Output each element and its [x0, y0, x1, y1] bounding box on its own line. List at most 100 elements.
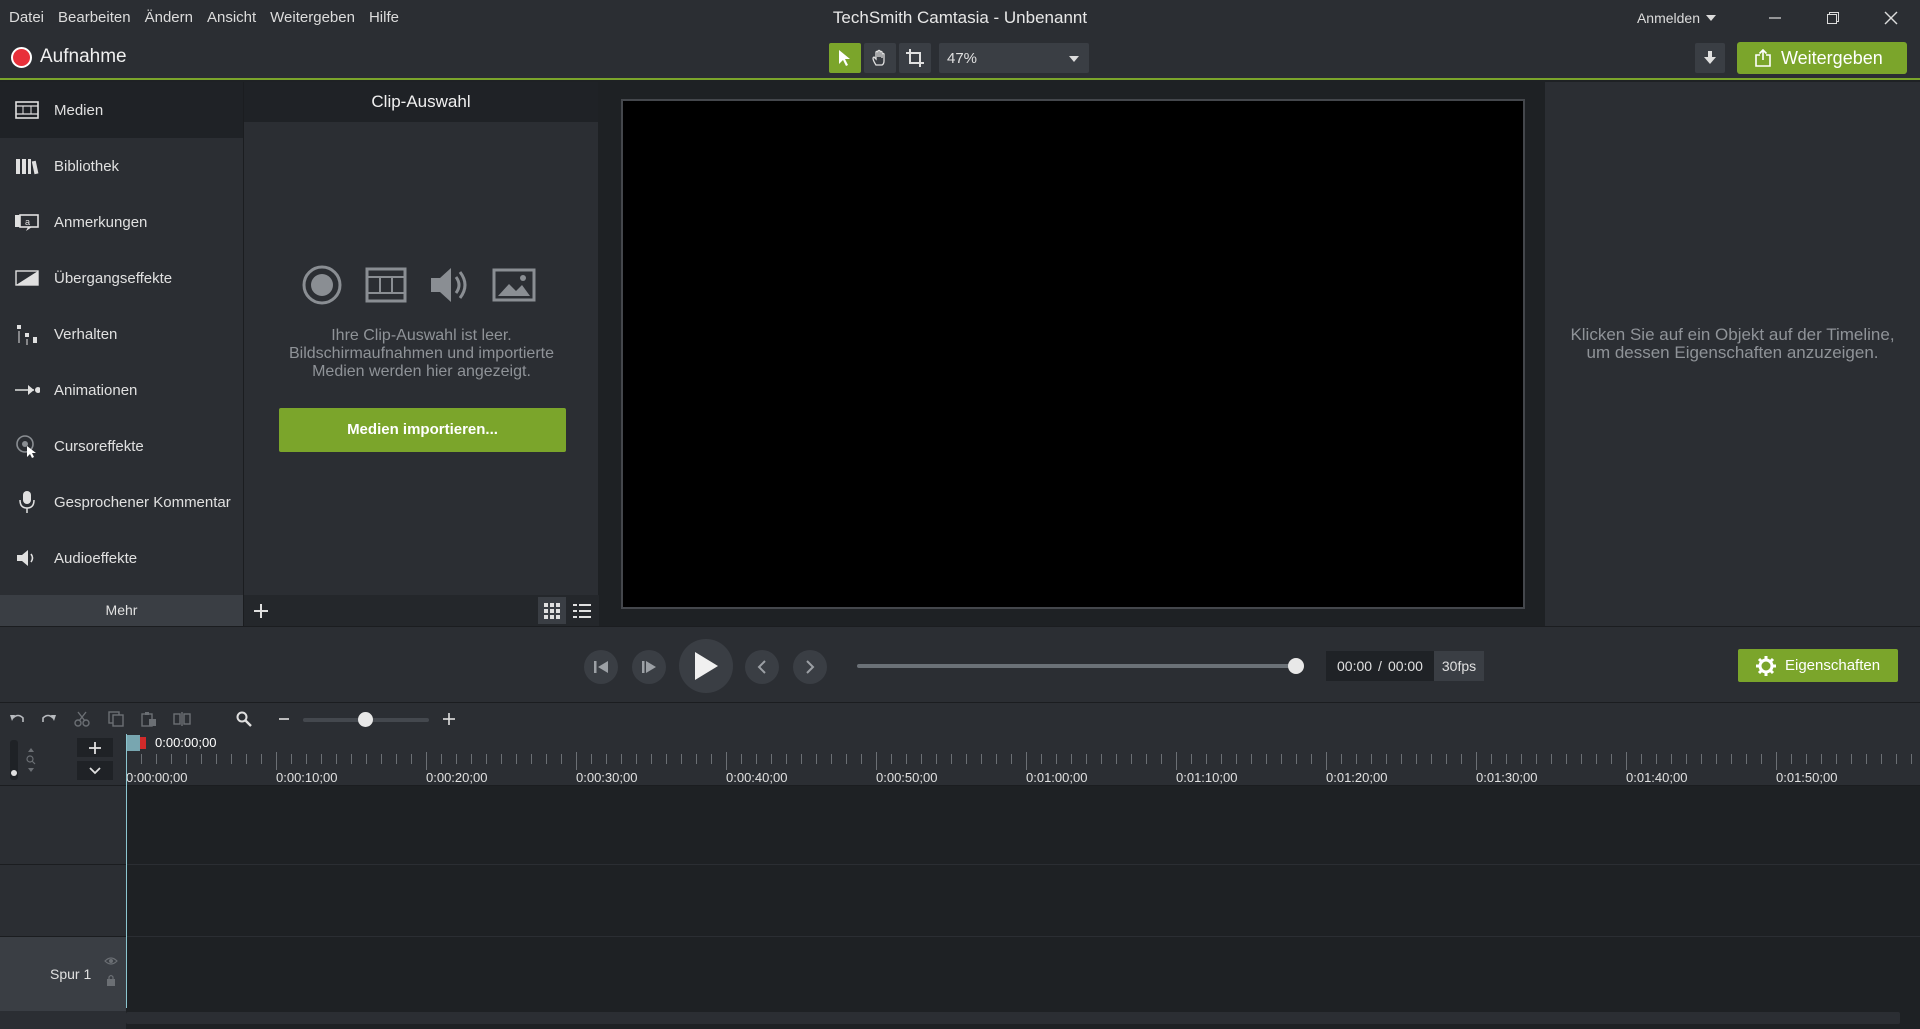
animation-arrow-icon	[14, 377, 40, 403]
timeline-ruler[interactable]: 0:00:00;00 0:00:10;00 0:00:20;00 0:00:30;00…	[126, 734, 1920, 786]
crop-icon	[906, 49, 924, 67]
plus-icon	[443, 713, 455, 725]
select-tool-button[interactable]	[829, 43, 861, 73]
sidebar-item-verhalten[interactable]: Verhalten	[0, 306, 243, 362]
zoom-out-button[interactable]	[272, 708, 296, 730]
previous-marker-button[interactable]	[745, 650, 779, 684]
menu-aendern[interactable]: Ändern	[138, 0, 200, 36]
sidebar-item-label: Animationen	[54, 381, 138, 399]
scrub-handle[interactable]	[1288, 658, 1304, 674]
timeline-lane-spur-1[interactable]	[126, 937, 1920, 1011]
copy-icon	[108, 711, 124, 727]
step-forward-button[interactable]	[632, 650, 666, 684]
track-height-slider[interactable]	[10, 740, 18, 780]
empty-track-header	[0, 786, 126, 865]
ruler-label: 0:00:10;00	[276, 770, 338, 785]
minimize-icon	[1769, 17, 1781, 19]
menu-hilfe[interactable]: Hilfe	[362, 0, 406, 36]
timeline-lane[interactable]	[126, 865, 1920, 937]
paste-button[interactable]	[137, 708, 161, 730]
properties-button-label: Eigenschaften	[1785, 657, 1881, 674]
more-button[interactable]: Mehr	[0, 595, 243, 626]
download-button[interactable]	[1695, 43, 1725, 73]
ruler-label: 0:00:50;00	[876, 770, 938, 785]
pan-tool-button[interactable]	[864, 43, 896, 73]
scrub-track[interactable]	[857, 664, 1297, 668]
chevron-down-icon	[89, 766, 101, 774]
total-time: 00:00	[1387, 658, 1423, 674]
menu-datei[interactable]: Datei	[2, 0, 51, 36]
login-dropdown[interactable]: Anmelden	[1637, 10, 1716, 26]
chevron-right-icon	[806, 660, 815, 674]
plus-icon	[89, 741, 101, 754]
copy-button[interactable]	[104, 708, 128, 730]
add-track-button[interactable]	[77, 738, 113, 757]
menu-ansicht[interactable]: Ansicht	[200, 0, 263, 36]
login-label: Anmelden	[1636, 10, 1700, 26]
sidebar-item-animationen[interactable]: Animationen	[0, 362, 243, 418]
sidebar-item-label: Medien	[54, 101, 104, 119]
track-header-spur-1[interactable]: Spur 1	[0, 937, 126, 1011]
gear-icon	[1756, 655, 1776, 676]
undo-button[interactable]	[5, 708, 29, 730]
playhead-handle[interactable]	[126, 735, 140, 751]
preview-canvas[interactable]	[621, 99, 1525, 609]
add-button[interactable]	[247, 597, 274, 624]
close-button[interactable]	[1862, 0, 1920, 36]
play-button[interactable]	[679, 639, 733, 693]
menu-bearbeiten[interactable]: Bearbeiten	[51, 0, 138, 36]
menu-weitergeben[interactable]: Weitergeben	[263, 0, 362, 36]
track-zoom-icon	[26, 748, 36, 772]
sidebar-item-cursoreffekte[interactable]: Cursoreffekte	[0, 418, 243, 474]
sidebar-item-label: Übergangseffekte	[54, 269, 173, 287]
sidebar-item-anmerkungen[interactable]: a Anmerkungen	[0, 194, 243, 250]
ruler-label: 0:01:20;00	[1326, 770, 1388, 785]
zoom-select[interactable]: 47%	[939, 43, 1089, 73]
list-icon	[573, 603, 591, 618]
properties-button[interactable]: Eigenschaften	[1738, 649, 1898, 682]
grid-view-button[interactable]	[538, 597, 566, 624]
sidebar-item-medien[interactable]: Medien	[0, 82, 243, 138]
sidebar-item-gesprochener-kommentar[interactable]: Gesprochener Kommentar	[0, 474, 243, 530]
ruler-label: 0:00:40;00	[726, 770, 788, 785]
redo-button[interactable]	[37, 708, 61, 730]
record-button[interactable]: Aufnahme	[11, 46, 127, 68]
sidebar-item-audioeffekte[interactable]: Audioeffekte	[0, 530, 243, 586]
zoom-in-button[interactable]	[437, 708, 461, 730]
cut-button[interactable]	[70, 708, 94, 730]
step-back-button[interactable]	[584, 650, 618, 684]
chevron-down-icon	[1706, 15, 1716, 21]
eye-icon[interactable]	[104, 956, 118, 966]
step-back-icon	[594, 661, 608, 673]
speaker-icon	[14, 545, 40, 571]
timeline-area[interactable]: 0:00:00;00 0:00:10;00 0:00:20;00 0:00:30;00…	[126, 734, 1920, 1029]
zoom-search-button[interactable]	[232, 708, 256, 730]
timeline-lane[interactable]	[126, 786, 1920, 865]
window-controls: Anmelden	[1637, 0, 1920, 36]
import-media-button[interactable]: Medien importieren...	[279, 408, 566, 452]
empty-track-header	[0, 865, 126, 937]
behavior-icon	[14, 321, 40, 347]
timeline-horizontal-scrollbar[interactable]	[126, 1012, 1900, 1024]
restore-button[interactable]	[1804, 0, 1862, 36]
timeline-zoom-handle[interactable]	[358, 712, 373, 727]
sidebar-item-bibliothek[interactable]: Bibliothek	[0, 138, 243, 194]
track-options-button[interactable]	[77, 761, 113, 780]
track-height-handle[interactable]	[11, 770, 17, 776]
sidebar-item-uebergangseffekte[interactable]: Übergangseffekte	[0, 250, 243, 306]
download-icon	[1704, 51, 1716, 64]
record-label: Aufnahme	[40, 46, 127, 67]
playhead-out-marker[interactable]	[140, 737, 146, 749]
properties-hint: Klicken Sie auf ein Objekt auf der Timel…	[1570, 325, 1895, 362]
crop-tool-button[interactable]	[899, 43, 931, 73]
list-view-button[interactable]	[568, 597, 596, 624]
film-strip-icon	[365, 267, 407, 303]
minimize-button[interactable]	[1746, 0, 1804, 36]
fps-display[interactable]: 30fps	[1434, 651, 1484, 681]
lock-icon[interactable]	[106, 974, 116, 986]
split-button[interactable]	[170, 708, 194, 730]
callout-icon: a	[14, 209, 40, 235]
next-marker-button[interactable]	[793, 650, 827, 684]
canvas-tools	[829, 43, 931, 73]
share-button[interactable]: Weitergeben	[1737, 42, 1907, 74]
